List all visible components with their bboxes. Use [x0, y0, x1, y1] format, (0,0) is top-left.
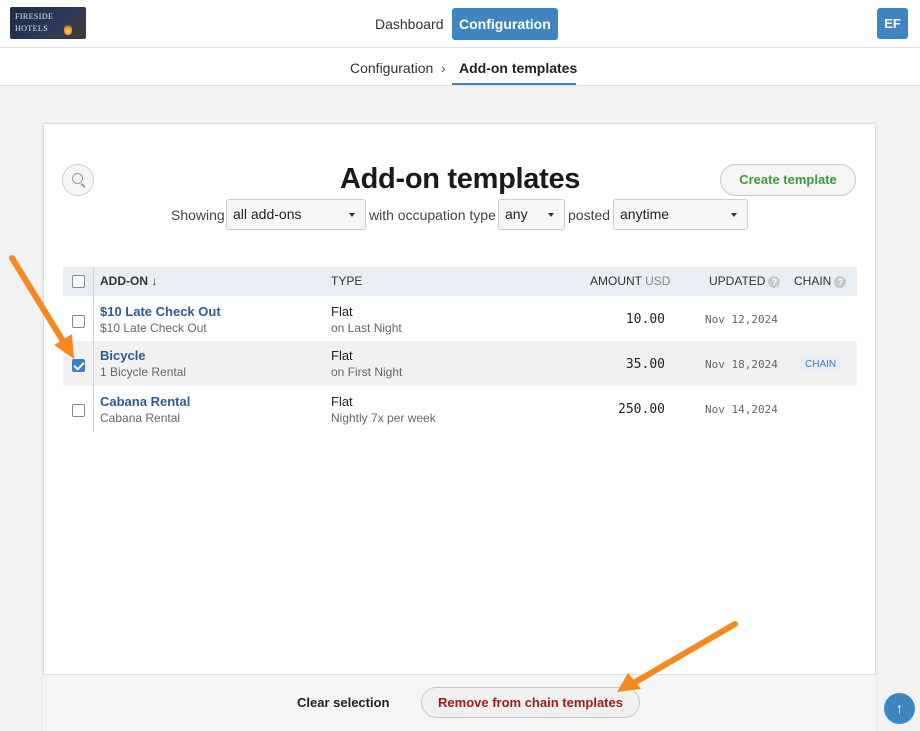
- table-column-divider: [93, 267, 94, 432]
- addon-updated: Nov 12,2024: [705, 313, 778, 326]
- nav-configuration[interactable]: Configuration: [452, 8, 558, 40]
- row-checkbox[interactable]: [72, 359, 85, 372]
- chevron-down-icon: [731, 213, 737, 217]
- addon-updated: Nov 18,2024: [705, 358, 778, 371]
- posted-label: posted: [568, 207, 611, 223]
- column-header-type: TYPE: [331, 274, 363, 288]
- chain-label: CHAIN: [794, 274, 832, 288]
- addon-type: Flat: [331, 304, 353, 319]
- create-template-button[interactable]: Create template: [720, 164, 856, 196]
- occupation-label: with occupation type: [369, 207, 496, 223]
- occupation-type-select[interactable]: any: [498, 199, 565, 230]
- search-button[interactable]: [62, 164, 94, 196]
- breadcrumb-bar: Configuration › Add-on templates: [0, 48, 920, 86]
- search-icon: [72, 173, 83, 184]
- amount-label: AMOUNT: [590, 274, 642, 288]
- page-title: Add-on templates: [340, 163, 581, 195]
- campfire-icon: [64, 23, 72, 35]
- logo-line-1: FIRESIDE: [15, 12, 54, 21]
- chain-badge: CHAIN: [800, 357, 842, 372]
- arrow-up-icon: ↑: [896, 700, 903, 716]
- addon-filter-value: all add-ons: [233, 206, 302, 222]
- addon-description: Cabana Rental: [100, 411, 181, 425]
- user-avatar[interactable]: EF: [877, 8, 908, 39]
- help-icon[interactable]: ?: [768, 276, 781, 288]
- column-header-addon[interactable]: ADD-ON ↓: [100, 274, 157, 288]
- row-checkbox[interactable]: [72, 315, 85, 328]
- remove-from-chain-templates-button[interactable]: Remove from chain templates: [421, 687, 640, 718]
- showing-label: Showing: [171, 207, 225, 223]
- addon-name-link[interactable]: $10 Late Check Out: [100, 304, 221, 319]
- logo-line-2: HOTELS: [15, 24, 49, 33]
- addon-name-link[interactable]: Cabana Rental: [100, 394, 190, 409]
- addon-name-link[interactable]: Bicycle: [100, 348, 146, 363]
- breadcrumb-configuration[interactable]: Configuration: [350, 60, 433, 76]
- help-icon[interactable]: ?: [834, 276, 847, 288]
- addon-amount: 10.00: [625, 312, 665, 327]
- addon-amount: 250.00: [618, 402, 665, 417]
- active-tab-underline: [452, 83, 576, 85]
- amount-unit: USD: [645, 274, 671, 288]
- column-header-chain: CHAIN?: [794, 274, 847, 288]
- addon-updated: Nov 14,2024: [705, 403, 778, 416]
- clear-selection-button[interactable]: Clear selection: [297, 695, 390, 710]
- scroll-to-top-button[interactable]: ↑: [884, 693, 915, 724]
- column-header-updated: UPDATED?: [709, 274, 781, 288]
- addon-type: Flat: [331, 348, 353, 363]
- addon-type-detail: on First Night: [331, 365, 403, 379]
- addon-type-detail: Nightly 7x per week: [331, 411, 436, 425]
- addon-description: $10 Late Check Out: [100, 321, 207, 335]
- nav-dashboard[interactable]: Dashboard: [368, 8, 451, 40]
- chevron-down-icon: [548, 213, 554, 217]
- addon-type: Flat: [331, 394, 353, 409]
- fireside-hotels-logo[interactable]: FIRESIDE HOTELS: [10, 7, 86, 39]
- row-checkbox[interactable]: [72, 404, 85, 417]
- chevron-down-icon: [349, 213, 355, 217]
- addon-amount: 35.00: [625, 357, 665, 372]
- updated-label: UPDATED: [709, 274, 766, 288]
- occupation-type-value: any: [505, 206, 528, 222]
- column-header-amount: AMOUNT USD: [590, 274, 670, 288]
- top-navigation-bar: FIRESIDE HOTELS Dashboard Configuration …: [0, 0, 920, 48]
- addon-filter-select[interactable]: all add-ons: [226, 199, 366, 230]
- posted-select[interactable]: anytime: [613, 199, 748, 230]
- breadcrumb-current[interactable]: Add-on templates: [459, 60, 577, 76]
- posted-value: anytime: [620, 206, 670, 222]
- addon-description: 1 Bicycle Rental: [100, 365, 187, 379]
- select-all-checkbox[interactable]: [72, 275, 85, 288]
- addon-type-detail: on Last Night: [331, 321, 402, 335]
- breadcrumb-separator: ›: [441, 60, 446, 76]
